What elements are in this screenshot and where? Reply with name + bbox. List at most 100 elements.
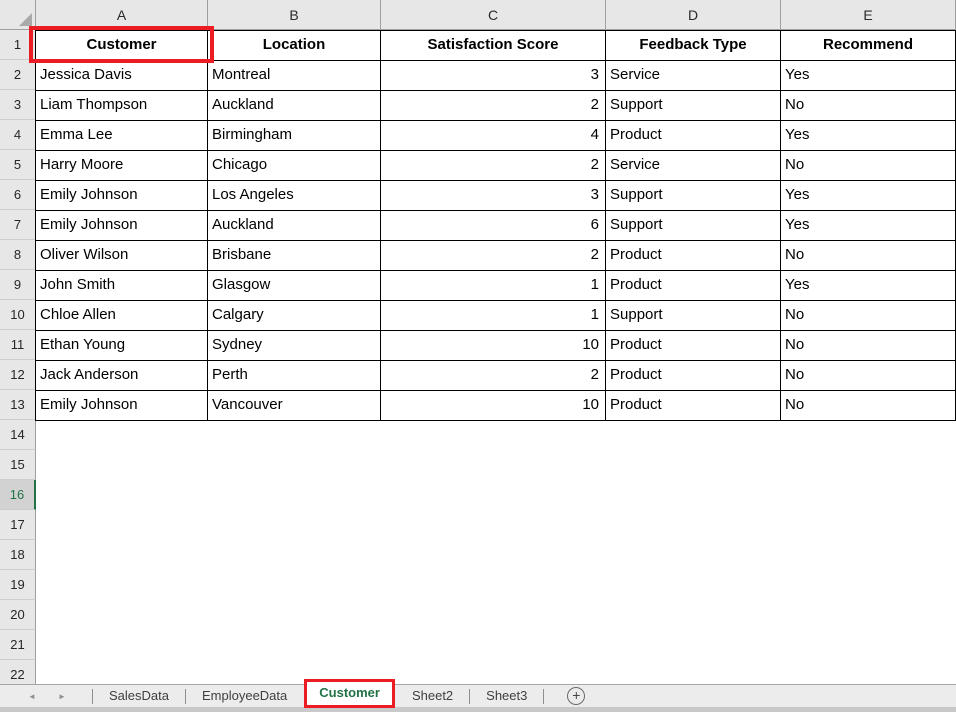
column-header-b[interactable]: B [208,0,381,30]
cell-a8[interactable]: Oliver Wilson [36,241,208,271]
cell-c3[interactable]: 2 [381,91,606,121]
header-cell-feedback-type[interactable]: Feedback Type [606,31,781,61]
row-header-20[interactable]: 20 [0,600,36,630]
cell-d11[interactable]: Product [606,331,781,361]
cell-c11[interactable]: 10 [381,331,606,361]
row-header-5[interactable]: 5 [0,150,36,180]
cell-e10[interactable]: No [781,301,956,331]
cell-e3[interactable]: No [781,91,956,121]
cell-b6[interactable]: Los Angeles [208,181,381,211]
row-header-18[interactable]: 18 [0,540,36,570]
cell-d5[interactable]: Service [606,151,781,181]
cell-c9[interactable]: 1 [381,271,606,301]
sheet-tab-employeedata[interactable]: EmployeeData [187,685,302,707]
cell-e9[interactable]: Yes [781,271,956,301]
row-header-13[interactable]: 13 [0,390,36,420]
sheet-tab-sheet3[interactable]: Sheet3 [471,685,542,707]
sheet-tab-customer[interactable]: Customer [307,682,392,705]
header-cell-satisfaction-score[interactable]: Satisfaction Score [381,31,606,61]
cell-b3[interactable]: Auckland [208,91,381,121]
cell-c5[interactable]: 2 [381,151,606,181]
cell-b13[interactable]: Vancouver [208,391,381,421]
cell-b4[interactable]: Birmingham [208,121,381,151]
cell-b10[interactable]: Calgary [208,301,381,331]
row-header-1[interactable]: 1 [0,30,36,60]
cell-c6[interactable]: 3 [381,181,606,211]
cell-c4[interactable]: 4 [381,121,606,151]
cell-d13[interactable]: Product [606,391,781,421]
row-header-16[interactable]: 16 [0,480,36,510]
cell-c8[interactable]: 2 [381,241,606,271]
column-header-c[interactable]: C [381,0,606,30]
cell-a12[interactable]: Jack Anderson [36,361,208,391]
row-header-10[interactable]: 10 [0,300,36,330]
row-header-17[interactable]: 17 [0,510,36,540]
cell-b7[interactable]: Auckland [208,211,381,241]
row-header-9[interactable]: 9 [0,270,36,300]
cell-b8[interactable]: Brisbane [208,241,381,271]
cell-a7[interactable]: Emily Johnson [36,211,208,241]
cell-d12[interactable]: Product [606,361,781,391]
cell-e8[interactable]: No [781,241,956,271]
row-header-2[interactable]: 2 [0,60,36,90]
row-header-14[interactable]: 14 [0,420,36,450]
tab-nav-right-icon[interactable]: ► [56,692,68,701]
cell-c10[interactable]: 1 [381,301,606,331]
cell-e6[interactable]: Yes [781,181,956,211]
cell-b2[interactable]: Montreal [208,61,381,91]
row-header-3[interactable]: 3 [0,90,36,120]
sheet-canvas[interactable]: CustomerLocationSatisfaction ScoreFeedba… [36,30,956,684]
cell-c12[interactable]: 2 [381,361,606,391]
row-header-19[interactable]: 19 [0,570,36,600]
cell-e13[interactable]: No [781,391,956,421]
header-cell-recommend[interactable]: Recommend [781,31,956,61]
row-header-15[interactable]: 15 [0,450,36,480]
header-cell-customer[interactable]: Customer [36,31,208,61]
cell-a4[interactable]: Emma Lee [36,121,208,151]
row-header-12[interactable]: 12 [0,360,36,390]
cell-b12[interactable]: Perth [208,361,381,391]
cell-c13[interactable]: 10 [381,391,606,421]
row-header-21[interactable]: 21 [0,630,36,660]
row-header-6[interactable]: 6 [0,180,36,210]
tab-nav-left-icon[interactable]: ◄ [26,692,38,701]
cell-a13[interactable]: Emily Johnson [36,391,208,421]
cell-e7[interactable]: Yes [781,211,956,241]
row-header-22[interactable]: 22 [0,660,36,684]
row-header-7[interactable]: 7 [0,210,36,240]
cell-d4[interactable]: Product [606,121,781,151]
cell-d7[interactable]: Support [606,211,781,241]
cell-e5[interactable]: No [781,151,956,181]
cell-d10[interactable]: Support [606,301,781,331]
cell-d6[interactable]: Support [606,181,781,211]
cell-d9[interactable]: Product [606,271,781,301]
sheet-tab-sheet2[interactable]: Sheet2 [397,685,468,707]
cell-e11[interactable]: No [781,331,956,361]
cell-a11[interactable]: Ethan Young [36,331,208,361]
row-header-8[interactable]: 8 [0,240,36,270]
header-cell-location[interactable]: Location [208,31,381,61]
cell-e2[interactable]: Yes [781,61,956,91]
row-header-11[interactable]: 11 [0,330,36,360]
row-header-4[interactable]: 4 [0,120,36,150]
cell-b11[interactable]: Sydney [208,331,381,361]
cell-c7[interactable]: 6 [381,211,606,241]
column-header-a[interactable]: A [36,0,208,30]
cell-b5[interactable]: Chicago [208,151,381,181]
cell-a10[interactable]: Chloe Allen [36,301,208,331]
cell-a2[interactable]: Jessica Davis [36,61,208,91]
cell-d2[interactable]: Service [606,61,781,91]
cell-a9[interactable]: John Smith [36,271,208,301]
new-sheet-button[interactable]: + [567,687,585,705]
select-all-corner[interactable] [0,0,36,30]
cell-e12[interactable]: No [781,361,956,391]
cell-a3[interactable]: Liam Thompson [36,91,208,121]
cell-a6[interactable]: Emily Johnson [36,181,208,211]
sheet-tab-salesdata[interactable]: SalesData [94,685,184,707]
cell-d3[interactable]: Support [606,91,781,121]
cell-e4[interactable]: Yes [781,121,956,151]
column-header-d[interactable]: D [606,0,781,30]
cell-a5[interactable]: Harry Moore [36,151,208,181]
cell-d8[interactable]: Product [606,241,781,271]
cell-c2[interactable]: 3 [381,61,606,91]
